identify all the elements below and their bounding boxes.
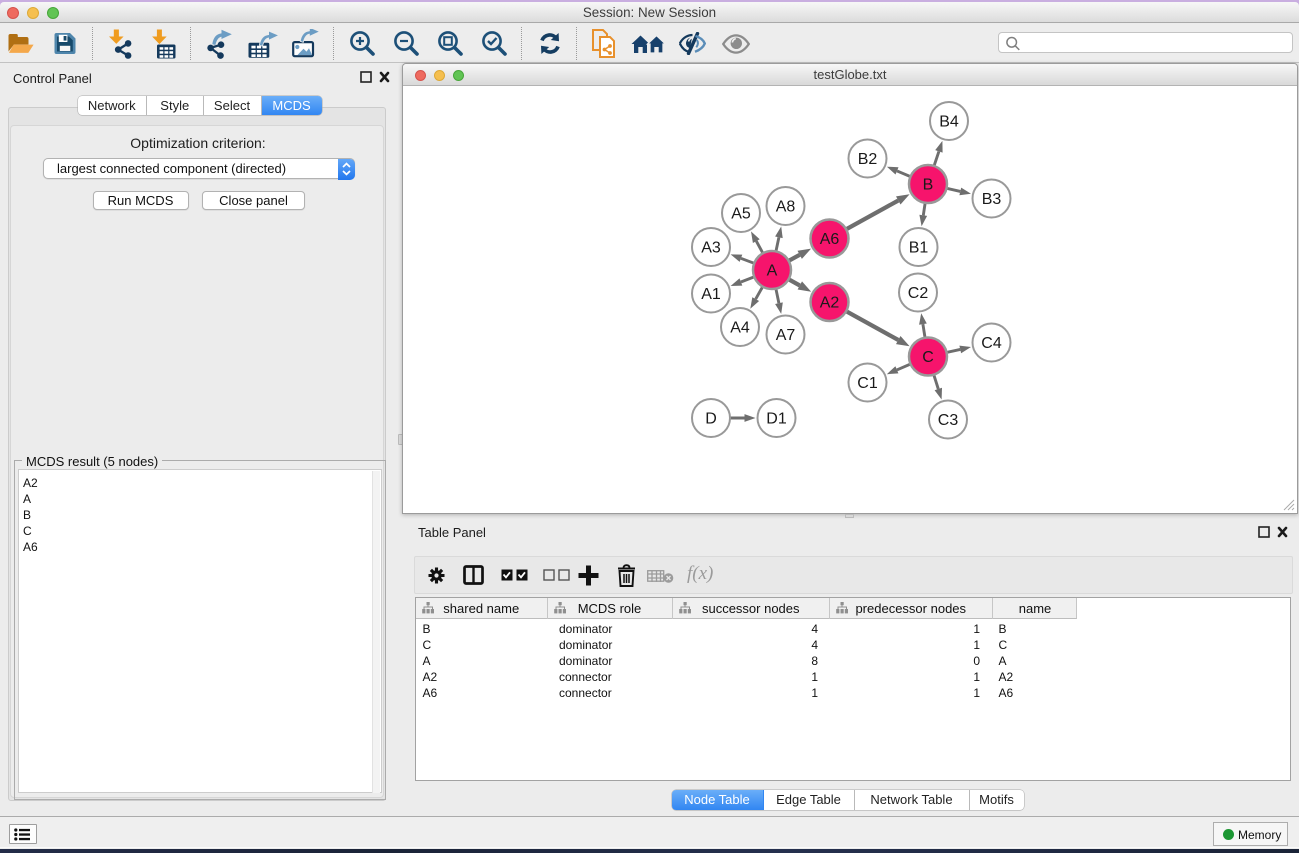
svg-text:A5: A5 — [731, 206, 751, 223]
svg-text:C4: C4 — [981, 335, 1002, 352]
svg-text:A: A — [767, 263, 778, 280]
svg-text:B2: B2 — [858, 151, 878, 168]
svg-text:A4: A4 — [730, 320, 750, 337]
svg-text:A7: A7 — [776, 327, 796, 344]
svg-text:C: C — [922, 349, 934, 366]
svg-text:A1: A1 — [701, 286, 721, 303]
svg-text:A8: A8 — [776, 199, 796, 216]
svg-text:B: B — [923, 177, 934, 194]
svg-text:B3: B3 — [982, 191, 1002, 208]
svg-text:C1: C1 — [857, 375, 878, 392]
svg-text:C2: C2 — [908, 285, 929, 302]
svg-text:B4: B4 — [939, 114, 959, 131]
svg-text:A2: A2 — [820, 295, 840, 312]
svg-text:B1: B1 — [909, 240, 929, 257]
svg-text:A3: A3 — [701, 240, 721, 257]
svg-text:D: D — [705, 411, 717, 428]
svg-text:C3: C3 — [938, 412, 959, 429]
svg-text:D1: D1 — [766, 411, 787, 428]
svg-text:A6: A6 — [820, 231, 840, 248]
